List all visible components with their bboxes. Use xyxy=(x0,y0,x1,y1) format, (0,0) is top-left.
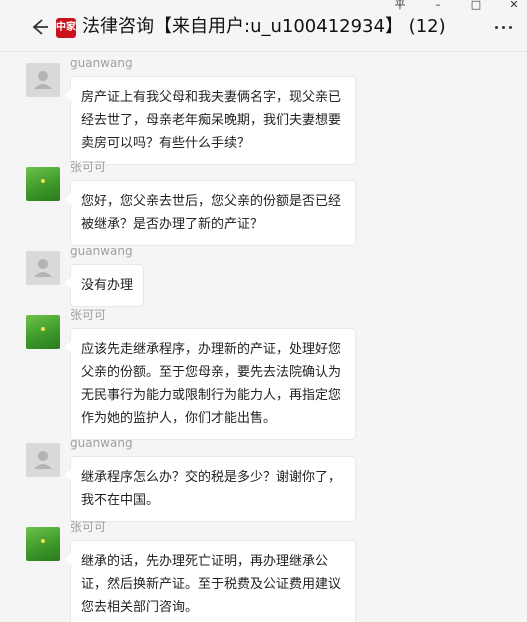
message-bubble: 没有办理 xyxy=(64,264,145,307)
message-bubble: 房产证上有我父母和我夫妻俩名字，现父亲已经去世了，母亲老年痴呆晚期，我们夫妻想要… xyxy=(65,76,356,165)
user-avatar[interactable] xyxy=(26,63,60,97)
sender-name: guanwang xyxy=(70,56,133,70)
message-bubble: 继承程序怎么办？交的税是多少？谢谢你了，我不在中国。 xyxy=(65,456,356,522)
title-bar: 平 – □ ✕ 中家 法律咨询【来自用户:u_u100412934】 (12) xyxy=(0,0,527,52)
window-controls: 平 – □ ✕ xyxy=(393,0,521,12)
sender-name: 张可可 xyxy=(70,520,107,534)
maximize-icon[interactable]: □ xyxy=(469,0,483,10)
user-avatar[interactable] xyxy=(26,443,60,477)
chat-title: 法律咨询【来自用户:u_u100412934】 (12) xyxy=(82,16,446,37)
sender-name: 张可可 xyxy=(70,160,107,174)
lawyer-avatar[interactable] xyxy=(26,167,60,201)
message-bubble: 您好，您父亲去世后，您父亲的份额是否已经被继承？是否办理了新的产证？ xyxy=(65,180,356,246)
more-options-icon[interactable] xyxy=(495,22,517,32)
chat-message-list[interactable]: guanwang 房产证上有我父母和我夫妻俩名字，现父亲已经去世了，母亲老年痴呆… xyxy=(0,52,527,622)
sender-name: guanwang xyxy=(70,244,133,258)
sender-name: guanwang xyxy=(70,436,133,450)
close-icon[interactable]: ✕ xyxy=(507,0,521,10)
message-bubble: 继承的话，先办理死亡证明，再办理继承公证，然后换新产证。至于税费及公证费用建议您… xyxy=(65,540,356,622)
message-bubble: 应该先走继承程序，办理新的产证，处理好您父亲的份额。至于您母亲，要先去法院确认为… xyxy=(65,328,356,440)
sender-name: 张可可 xyxy=(70,308,107,322)
pin-icon[interactable]: 平 xyxy=(393,0,407,10)
app-logo: 中家 xyxy=(56,18,76,38)
user-avatar[interactable] xyxy=(26,251,60,285)
lawyer-avatar[interactable] xyxy=(26,527,60,561)
lawyer-avatar[interactable] xyxy=(26,315,60,349)
minimize-icon[interactable]: – xyxy=(431,0,445,10)
back-arrow-icon[interactable] xyxy=(28,16,50,38)
